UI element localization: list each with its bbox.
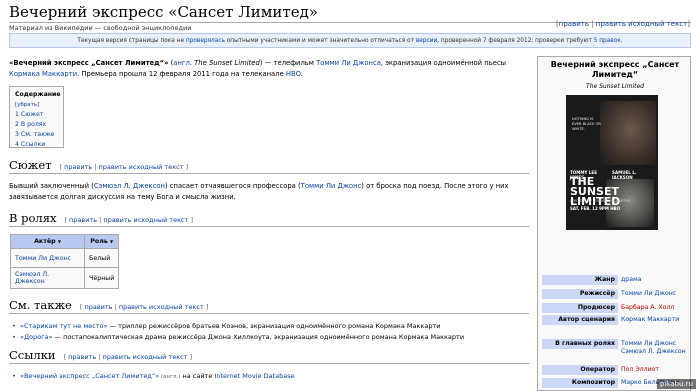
list-item: «Вечерний экспресс „Сансет Лимитед“» (ан… [12, 371, 295, 382]
table-of-contents: Содержание [убрать] 1 Сюжет 2 В ролях 3 … [9, 86, 64, 148]
role-cell: Чёрный [83, 267, 120, 289]
edit-link[interactable]: править [559, 20, 589, 28]
section-heading-cast: В ролях[ править | править исходный текс… [9, 211, 529, 227]
review-notice: Текущая версия страницы пока не проверял… [9, 33, 691, 48]
section-edit-links: [ править | править исходный текст ] [64, 216, 193, 224]
page-subtitle: Материал из Википедии — свободной энцикл… [9, 24, 192, 32]
poster-date: SAT, FEB. 12 9PM HBO [570, 206, 621, 211]
title-edit-links: [править | править исходный текст] [556, 20, 690, 28]
edit-source-link[interactable]: править исходный текст [99, 163, 184, 171]
director-link[interactable]: Томми Ли Джонса [316, 59, 381, 67]
infobox-title: Вечерний экспресс „Сансет Лимитед“ [550, 60, 680, 79]
channel-link[interactable]: HBO [286, 70, 301, 78]
edit-source-link[interactable]: править исходный текст [596, 20, 688, 28]
actor-link[interactable]: Томми Ли Джонс [15, 255, 71, 262]
edit-link[interactable]: править [64, 163, 92, 171]
see-also-link[interactable]: «Старикам тут не место» [20, 322, 108, 330]
poster-tagline: NOTHING IS EVER BLACK OR WHITE. [572, 117, 601, 131]
edit-link[interactable]: править [68, 353, 96, 361]
cast-table: Актёр ▼ Роль ▼ Томми Ли Джонс Белый Сэмю… [10, 234, 120, 289]
edit-link[interactable]: править [69, 216, 97, 224]
intro-paragraph: «Вечерний экспресс „Сансет Лимитед“» (ан… [9, 59, 506, 78]
edit-source-link[interactable]: править исходный текст [119, 303, 204, 311]
column-header-actor[interactable]: Актёр ▼ [10, 234, 85, 249]
actor-link-jones[interactable]: Томми Ли Джонс [301, 182, 362, 190]
table-row: Томми Ли Джонс Белый [10, 248, 120, 268]
lang-link[interactable]: англ. [173, 59, 192, 67]
actor-link-jackson[interactable]: Сэмюэл Л. Джексон [94, 182, 165, 190]
poster-credit: WRITTEN BY CORMAC MCCARTHY [570, 199, 631, 203]
toc-heading: Содержание [15, 91, 61, 98]
edit-link[interactable]: править [84, 303, 112, 311]
page-title: Вечерний экспресс «Сансет Лимитед» [9, 3, 318, 21]
role-cell: Белый [83, 248, 120, 268]
edit-source-link[interactable]: править исходный текст [103, 216, 188, 224]
infobox: Вечерний экспресс „Сансет Лимитед“ The S… [537, 56, 691, 391]
section-heading-plot: Сюжет[ править | править исходный текст … [9, 158, 529, 174]
imdb-site-link[interactable]: Internet Movie Database [214, 372, 294, 380]
edit-source-link[interactable]: править исходный текст [103, 353, 188, 361]
section-heading-see-also: См. также[ править | править исходный те… [9, 298, 529, 314]
actor-link[interactable]: Сэмюэл Л. Джексон [15, 271, 49, 285]
column-header-role[interactable]: Роль ▼ [83, 234, 120, 249]
section-heading-links: Ссылки[ править | править исходный текст… [9, 348, 529, 364]
toc-item-see-also[interactable]: 3 См. также [15, 131, 54, 138]
table-row: Сэмюэл Л. Джексон Чёрный [10, 267, 120, 289]
sort-icon: ▼ [57, 239, 61, 244]
section-edit-links: [ править | править исходный текст ] [79, 303, 209, 311]
infobox-subtitle: The Sunset Limited [586, 83, 644, 90]
section-edit-links: [ править | править исходный текст ] [59, 163, 189, 171]
author-link[interactable]: Кормака Маккарти [9, 70, 77, 78]
toc-item-cast[interactable]: 2 В ролях [15, 121, 46, 128]
toc-item-plot[interactable]: 1 Сюжет [15, 111, 43, 118]
see-also-link[interactable]: «Дорога» [20, 333, 53, 341]
toc-hide-link[interactable]: [убрать] [15, 102, 39, 108]
list-item: «Дорога» — постапокалиптическая драма ре… [12, 332, 464, 342]
poster-figure [600, 101, 656, 165]
plot-paragraph: Бывший заключенный (Сэмюэл Л. Джексон) с… [9, 182, 509, 201]
imdb-link[interactable]: «Вечерний экспресс „Сансет Лимитед“» [20, 372, 159, 380]
list-item: «Старикам тут не место» — триллер режисс… [12, 321, 440, 331]
notice-link-reviewed[interactable]: проверялась [186, 38, 225, 44]
notice-link-version[interactable]: версии [416, 38, 437, 44]
sort-icon: ▼ [110, 239, 114, 244]
watermark: pikabu.ru [656, 379, 696, 389]
film-poster[interactable]: NOTHING IS EVER BLACK OR WHITE. TOMMY LE… [566, 95, 658, 230]
section-edit-links: [ править | править исходный текст ] [63, 353, 193, 361]
toc-item-links[interactable]: 4 Ссылки [15, 141, 45, 148]
notice-link-edits[interactable]: 5 правок [594, 38, 621, 44]
